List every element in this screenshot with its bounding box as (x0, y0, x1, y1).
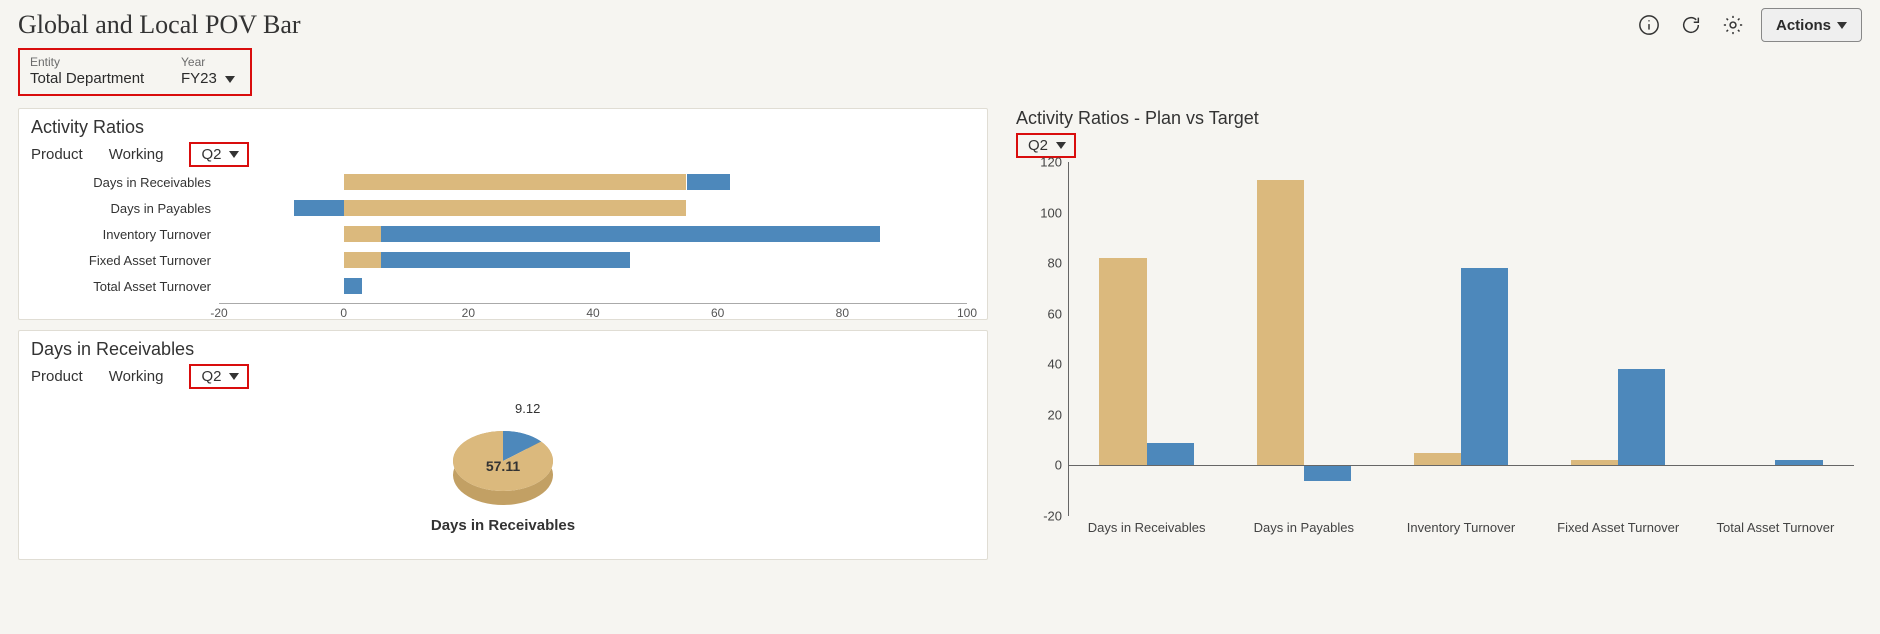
actions-button-label: Actions (1776, 17, 1831, 34)
quarter-value: Q2 (201, 368, 221, 385)
local-pov-working[interactable]: Working (109, 146, 164, 163)
chevron-down-icon (1056, 142, 1066, 149)
chevron-down-icon (229, 151, 239, 158)
chevron-down-icon (229, 373, 239, 380)
hbar-category-label: Total Asset Turnover (31, 279, 219, 294)
info-icon[interactable] (1635, 11, 1663, 39)
pov-entity-label: Entity (30, 55, 156, 69)
quarter-value: Q2 (1028, 137, 1048, 154)
actions-button[interactable]: Actions (1761, 8, 1862, 42)
local-pov-quarter[interactable]: Q2 (189, 364, 249, 389)
global-pov-bar: Entity Total Department Year FY23 (18, 48, 252, 96)
card-activity-ratios: Activity Ratios Product Working Q2 Days … (18, 108, 988, 320)
pie-subtitle: Days in Receivables (431, 517, 575, 534)
pov-year[interactable]: Year FY23 (170, 50, 250, 94)
hbar-category-label: Fixed Asset Turnover (31, 253, 219, 268)
local-pov-product[interactable]: Product (31, 368, 83, 385)
chevron-down-icon (1837, 22, 1847, 29)
local-pov-working[interactable]: Working (109, 368, 164, 385)
hbar-category-label: Inventory Turnover (31, 227, 219, 242)
page-title: Global and Local POV Bar (18, 10, 301, 40)
refresh-icon[interactable] (1677, 11, 1705, 39)
card-days-receivables: Days in Receivables Product Working Q2 9… (18, 330, 988, 560)
plan-vs-target-chart: -20020406080100120 Days in ReceivablesDa… (1016, 162, 1862, 542)
hbar-category-label: Days in Receivables (31, 175, 219, 190)
pov-year-label: Year (181, 55, 236, 69)
card-plan-vs-target: Activity Ratios - Plan vs Target Q2 -200… (1012, 108, 1862, 542)
header-actions: Actions (1635, 8, 1862, 42)
local-pov-product[interactable]: Product (31, 146, 83, 163)
chevron-down-icon (225, 76, 235, 83)
card-title: Activity Ratios - Plan vs Target (1016, 108, 1862, 129)
activity-ratios-chart: Days in Receivables Days in Payables Inven… (31, 171, 975, 331)
svg-text:9.12: 9.12 (515, 401, 540, 416)
days-receivables-pie: 9.12 57.11 (418, 399, 588, 507)
pov-entity[interactable]: Entity Total Department (20, 50, 170, 94)
local-pov-quarter[interactable]: Q2 (189, 142, 249, 167)
pov-entity-value: Total Department (30, 69, 156, 89)
gear-icon[interactable] (1719, 11, 1747, 39)
quarter-value: Q2 (201, 146, 221, 163)
card-title: Activity Ratios (31, 117, 975, 138)
card-title: Days in Receivables (31, 339, 975, 360)
svg-text:57.11: 57.11 (486, 458, 520, 474)
pov-year-value: FY23 (181, 69, 217, 89)
hbar-category-label: Days in Payables (31, 201, 219, 216)
